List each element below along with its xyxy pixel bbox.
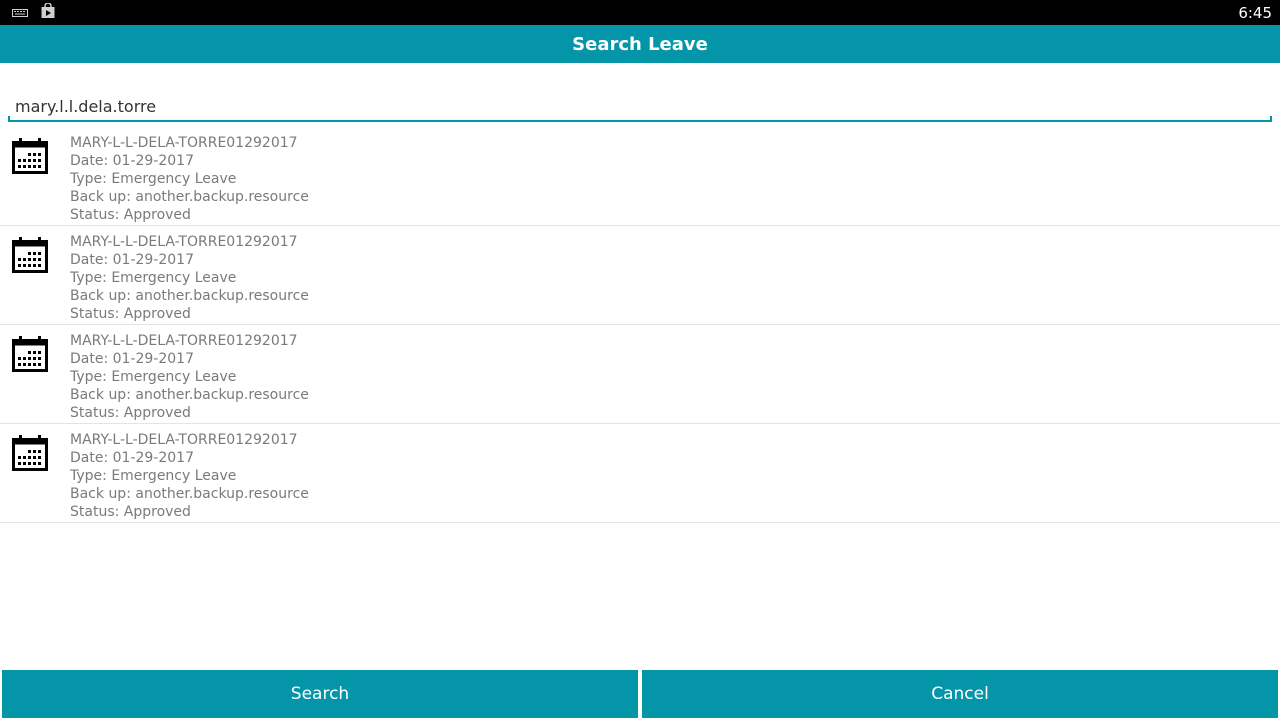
leave-status: Status: Approved (70, 306, 191, 322)
leave-details: MARY-L-L-DELA-TORRE01292017 Date: 01-29-2… (70, 431, 309, 521)
leave-backup: Back up: another.backup.resource (70, 387, 309, 403)
play-store-bag-icon (40, 1, 56, 23)
list-item[interactable]: MARY-L-L-DELA-TORRE01292017 Date: 01-29-2… (0, 325, 1280, 424)
status-bar: 6:45 (0, 0, 1280, 25)
leave-date: Date: 01-29-2017 (70, 252, 194, 268)
leave-type: Type: Emergency Leave (70, 468, 237, 484)
leave-id: MARY-L-L-DELA-TORRE01292017 (70, 135, 298, 151)
leave-type: Type: Emergency Leave (70, 270, 237, 286)
leave-date: Date: 01-29-2017 (70, 351, 194, 367)
title-bar: Search Leave (0, 25, 1280, 63)
leave-details: MARY-L-L-DELA-TORRE01292017 Date: 01-29-2… (70, 332, 309, 422)
leave-status: Status: Approved (70, 207, 191, 223)
leave-results-list: MARY-L-L-DELA-TORRE01292017 Date: 01-29-2… (0, 127, 1280, 523)
calendar-icon (12, 237, 48, 273)
leave-type: Type: Emergency Leave (70, 171, 237, 187)
search-button-label: Search (290, 684, 350, 704)
list-item[interactable]: MARY-L-L-DELA-TORRE01292017 Date: 01-29-2… (0, 424, 1280, 523)
list-item[interactable]: MARY-L-L-DELA-TORRE01292017 Date: 01-29-2… (0, 226, 1280, 325)
list-item[interactable]: MARY-L-L-DELA-TORRE01292017 Date: 01-29-2… (0, 127, 1280, 226)
cancel-button-label: Cancel (931, 684, 989, 704)
leave-id: MARY-L-L-DELA-TORRE01292017 (70, 234, 298, 250)
leave-type: Type: Emergency Leave (70, 369, 237, 385)
leave-date: Date: 01-29-2017 (70, 450, 194, 466)
search-field[interactable] (8, 92, 1272, 122)
leave-status: Status: Approved (70, 405, 191, 421)
leave-details: MARY-L-L-DELA-TORRE01292017 Date: 01-29-2… (70, 134, 309, 224)
search-button[interactable]: Search (2, 670, 638, 718)
leave-backup: Back up: another.backup.resource (70, 486, 309, 502)
leave-id: MARY-L-L-DELA-TORRE01292017 (70, 333, 298, 349)
keyboard-icon (12, 3, 28, 22)
page-title: Search Leave (572, 33, 708, 55)
calendar-icon (12, 336, 48, 372)
leave-id: MARY-L-L-DELA-TORRE01292017 (70, 432, 298, 448)
calendar-icon (12, 435, 48, 471)
clock: 6:45 (1238, 3, 1272, 22)
leave-details: MARY-L-L-DELA-TORRE01292017 Date: 01-29-2… (70, 233, 309, 323)
search-input[interactable] (8, 92, 1272, 120)
leave-date: Date: 01-29-2017 (70, 153, 194, 169)
leave-status: Status: Approved (70, 504, 191, 520)
leave-backup: Back up: another.backup.resource (70, 189, 309, 205)
leave-backup: Back up: another.backup.resource (70, 288, 309, 304)
cancel-button[interactable]: Cancel (642, 670, 1278, 718)
calendar-icon (12, 138, 48, 174)
